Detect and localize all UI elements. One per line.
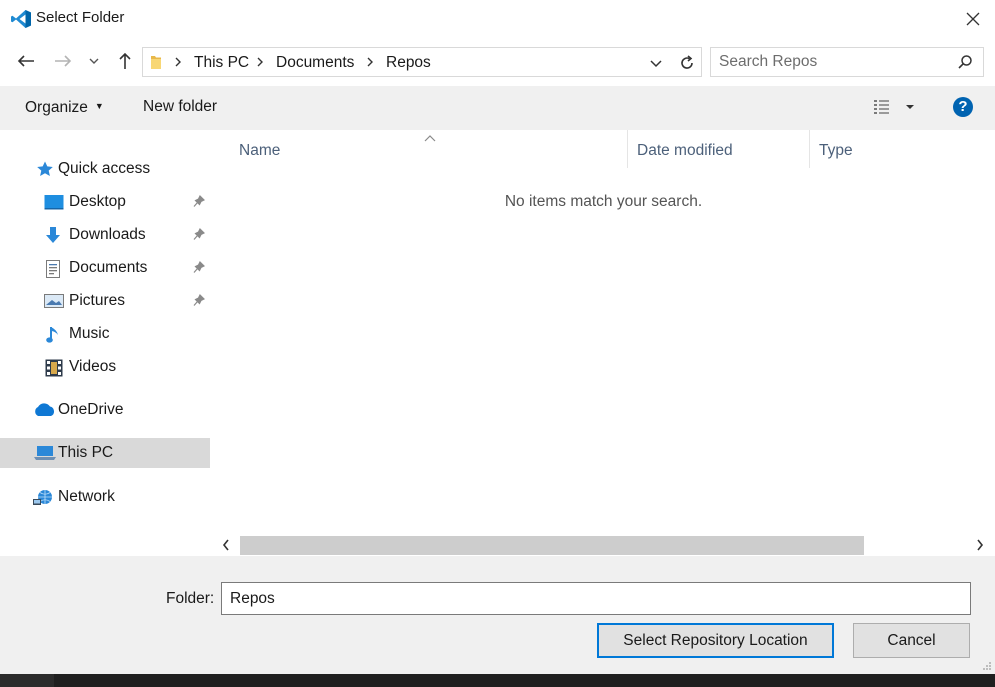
sidebar-item-this-pc[interactable]: This PC (0, 438, 210, 468)
sidebar-item-label: Documents (69, 259, 148, 276)
breadcrumb-this-pc[interactable]: This PC (194, 54, 249, 72)
select-repository-location-button[interactable]: Select Repository Location (597, 623, 834, 658)
sort-ascending-icon (424, 130, 436, 147)
back-arrow-icon[interactable] (15, 50, 37, 72)
chevron-right-icon[interactable] (366, 55, 374, 72)
folder-icon (148, 54, 164, 74)
music-icon (46, 326, 64, 343)
caret-down-icon: ▼ (94, 101, 104, 111)
sidebar-item-label: This PC (58, 444, 114, 461)
pin-icon[interactable] (193, 194, 206, 213)
horizontal-scrollbar[interactable] (212, 533, 995, 556)
chevron-down-icon[interactable] (87, 50, 101, 72)
sidebar-item-downloads[interactable]: Downloads (0, 220, 210, 250)
empty-message: No items match your search. (504, 193, 703, 210)
chevron-right-icon[interactable] (256, 55, 264, 72)
taskbar-start-area[interactable] (0, 674, 54, 687)
pin-icon[interactable] (193, 227, 206, 246)
address-bar[interactable]: This PC Documents Repos (142, 47, 702, 77)
pin-icon[interactable] (193, 260, 206, 279)
up-arrow-icon[interactable] (114, 50, 136, 72)
sidebar-item-label: Desktop (69, 193, 126, 210)
title-bar: Select Folder (0, 0, 995, 38)
cancel-button[interactable]: Cancel (853, 623, 970, 658)
star-icon (36, 161, 54, 177)
navigation-pane: Quick access Desktop Downloads Documents (0, 130, 212, 556)
navigation-bar: This PC Documents Repos (0, 38, 995, 86)
organize-button[interactable]: Organize ▼ (25, 99, 104, 117)
file-list[interactable]: Name Date modified Type No items match y… (212, 130, 995, 556)
computer-icon (34, 445, 56, 461)
column-header-type[interactable]: Type (819, 142, 853, 160)
column-divider[interactable] (627, 130, 628, 168)
organize-label: Organize (25, 99, 88, 116)
scroll-left-icon[interactable] (222, 538, 230, 555)
breadcrumb-repos[interactable]: Repos (386, 54, 431, 72)
sidebar-item-label: Music (69, 325, 110, 342)
column-header-date-modified[interactable]: Date modified (637, 142, 733, 160)
pictures-icon (44, 293, 64, 309)
search-icon[interactable] (957, 54, 973, 74)
sidebar-item-quick-access[interactable]: Quick access (0, 154, 210, 184)
sidebar-item-documents[interactable]: Documents (0, 253, 210, 283)
videos-icon (45, 359, 63, 377)
sidebar-item-label: Videos (69, 358, 117, 375)
cloud-icon (32, 402, 56, 418)
taskbar (0, 674, 995, 687)
sidebar-item-desktop[interactable]: Desktop (0, 187, 210, 217)
pin-icon[interactable] (193, 293, 206, 312)
folder-label: Folder: (166, 590, 215, 607)
scroll-right-icon[interactable] (976, 538, 984, 555)
column-header-name[interactable]: Name (239, 142, 280, 160)
sidebar-item-label: Network (58, 488, 115, 505)
view-options-button[interactable] (873, 97, 917, 117)
address-dropdown-icon[interactable] (650, 56, 662, 73)
sidebar-item-videos[interactable]: Videos (0, 352, 210, 382)
details-view-icon (874, 100, 889, 114)
help-icon[interactable]: ? (953, 97, 973, 117)
forward-arrow-icon[interactable] (52, 50, 74, 72)
chevron-right-icon[interactable] (174, 55, 182, 72)
breadcrumb-documents[interactable]: Documents (276, 54, 354, 72)
sidebar-item-label: OneDrive (58, 401, 124, 418)
close-icon[interactable] (960, 6, 986, 32)
documents-icon (46, 260, 64, 278)
sidebar-item-network[interactable]: Network (0, 482, 210, 512)
network-icon (33, 489, 55, 505)
window-title: Select Folder (36, 9, 125, 26)
sidebar-item-label: Quick access (58, 160, 151, 177)
command-bar: Organize ▼ New folder ? (0, 86, 995, 130)
folder-field[interactable] (221, 582, 971, 615)
search-box[interactable] (710, 47, 984, 77)
sidebar-item-label: Pictures (69, 292, 125, 309)
column-divider[interactable] (809, 130, 810, 168)
desktop-icon (44, 194, 64, 210)
new-folder-button[interactable]: New folder (143, 98, 217, 116)
search-input[interactable] (719, 52, 949, 72)
sidebar-item-music[interactable]: Music (0, 319, 210, 349)
sidebar-item-pictures[interactable]: Pictures (0, 286, 210, 316)
download-icon (45, 227, 63, 243)
dialog-footer: Folder: Select Repository Location Cance… (0, 556, 995, 674)
vscode-icon (10, 9, 32, 29)
sidebar-item-label: Downloads (69, 226, 146, 243)
sidebar-item-onedrive[interactable]: OneDrive (0, 395, 210, 425)
refresh-icon[interactable] (676, 53, 698, 73)
scrollbar-thumb[interactable] (240, 536, 864, 555)
